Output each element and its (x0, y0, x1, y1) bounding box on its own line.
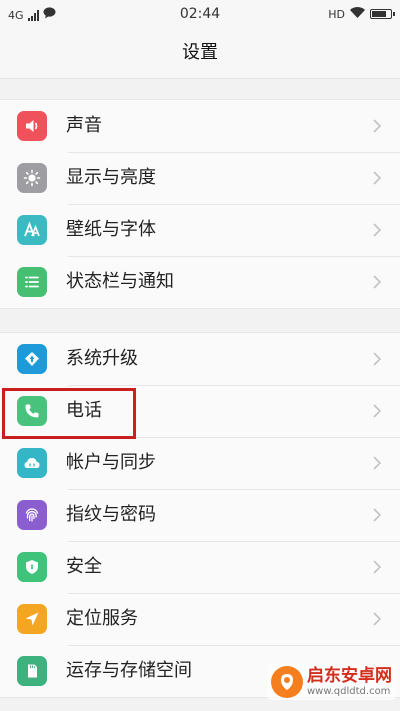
settings-item-system-upgrade[interactable]: 系统升级 (0, 333, 400, 385)
settings-group-system: 系统升级 电话 帐户与同步 指纹与密码 安全 定位服务 运存与存储空间 (0, 332, 400, 698)
settings-item-label: 指纹与密码 (66, 504, 156, 525)
phone-icon (17, 396, 47, 426)
brightness-icon (17, 163, 47, 193)
chevron-right-icon (373, 171, 381, 185)
watermark-url: www.qdldtd.com (307, 686, 391, 697)
watermark-title: 启东安卓网 (307, 666, 392, 686)
settings-item-label: 状态栏与通知 (66, 271, 174, 292)
chevron-right-icon (373, 352, 381, 366)
watermark: 启东安卓网 www.qdldtd.com (267, 664, 396, 700)
settings-item-label: 帐户与同步 (66, 452, 156, 473)
chevron-right-icon (373, 560, 381, 574)
app-header: 设置 (0, 30, 400, 79)
shield-icon (17, 552, 47, 582)
settings-item-fingerprint-password[interactable]: 指纹与密码 (0, 489, 400, 541)
battery-level-fill (372, 11, 386, 17)
settings-item-label: 壁纸与字体 (66, 219, 156, 240)
settings-item-label: 显示与亮度 (66, 167, 156, 188)
settings-item-sound[interactable]: 声音 (0, 100, 400, 152)
settings-item-label: 声音 (66, 115, 102, 136)
chevron-right-icon (373, 404, 381, 418)
cloud-sync-icon (17, 448, 47, 478)
upgrade-icon (17, 344, 47, 374)
settings-item-accounts-sync[interactable]: 帐户与同步 (0, 437, 400, 489)
settings-group-display: 声音 显示与亮度 壁纸与字体 状态栏与通知 (0, 99, 400, 309)
notification-list-icon (17, 267, 47, 297)
wifi-icon (350, 7, 365, 21)
watermark-text: 启东安卓网 www.qdldtd.com (307, 666, 392, 698)
hd-badge: HD (328, 7, 345, 21)
chevron-right-icon (373, 223, 381, 237)
chevron-right-icon (373, 275, 381, 289)
storage-icon (17, 656, 47, 686)
chevron-right-icon (373, 456, 381, 470)
chevron-right-icon (373, 119, 381, 133)
speaker-icon (17, 111, 47, 141)
settings-item-display-brightness[interactable]: 显示与亮度 (0, 152, 400, 204)
font-icon (17, 215, 47, 245)
settings-item-label: 电话 (66, 400, 102, 421)
settings-item-statusbar-notifications[interactable]: 状态栏与通知 (0, 256, 400, 308)
settings-item-security[interactable]: 安全 (0, 541, 400, 593)
settings-item-phone[interactable]: 电话 (0, 385, 400, 437)
chevron-right-icon (373, 508, 381, 522)
settings-item-wallpaper-font[interactable]: 壁纸与字体 (0, 204, 400, 256)
status-right: HD (328, 7, 395, 21)
fingerprint-icon (17, 500, 47, 530)
settings-item-label: 定位服务 (66, 608, 138, 629)
settings-item-label: 安全 (66, 556, 102, 577)
watermark-logo-icon (271, 666, 303, 698)
settings-item-label: 运存与存储空间 (66, 660, 192, 681)
battery-icon (370, 9, 395, 19)
page-title: 设置 (182, 42, 218, 63)
chevron-right-icon (373, 612, 381, 626)
settings-item-location-services[interactable]: 定位服务 (0, 593, 400, 645)
status-bar: 4G 02:44 HD (0, 0, 400, 30)
location-icon (17, 604, 47, 634)
settings-item-label: 系统升级 (66, 348, 138, 369)
